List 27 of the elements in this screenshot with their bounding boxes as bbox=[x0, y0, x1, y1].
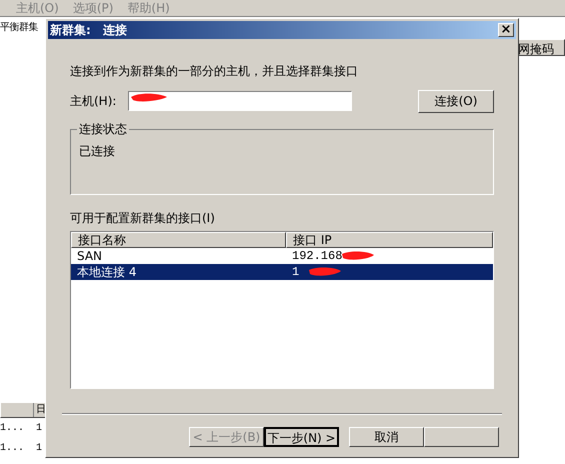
interface-name: 本地连接 4 bbox=[76, 264, 138, 281]
list-cell-text: 1... bbox=[0, 442, 26, 456]
host-input-field[interactable] bbox=[128, 91, 352, 111]
interface-name: SAN bbox=[76, 248, 104, 265]
group-title: 连接状态 bbox=[77, 121, 129, 137]
column-header[interactable]: 接口 IP bbox=[286, 232, 493, 248]
status-text: 已连接 bbox=[79, 143, 115, 160]
list-cell-text: 1... bbox=[0, 422, 26, 436]
window-title: 新群集: 连接 bbox=[50, 22, 127, 39]
interface-ip: 1 bbox=[291, 264, 300, 281]
wizard-button[interactable]: 下一步(N) > bbox=[264, 427, 339, 447]
blank-button[interactable] bbox=[424, 427, 499, 447]
interfaces-label: 可用于配置新群集的接口(I) bbox=[70, 210, 216, 227]
instruction-text: 连接到作为新群集的一部分的主机，并且选择群集接口 bbox=[70, 63, 359, 80]
column-header[interactable]: 日 bbox=[34, 403, 46, 417]
wizard-button[interactable]: 取消 bbox=[349, 427, 424, 447]
connect-button[interactable]: 连接(O) bbox=[418, 90, 494, 112]
close-button[interactable]: × bbox=[498, 23, 514, 37]
host-label: 主机(H): bbox=[70, 93, 118, 110]
column-header[interactable]: 接口名称 bbox=[71, 232, 286, 248]
interface-row[interactable]: 本地连接 4 1 bbox=[71, 264, 493, 280]
interface-ip: 192.168 bbox=[291, 248, 344, 265]
list-cell-text: 1 bbox=[36, 422, 42, 436]
tree-item[interactable]: 平衡群集 bbox=[0, 20, 45, 35]
column-header[interactable]: 网掩码 bbox=[517, 39, 565, 56]
interface-row[interactable]: SAN 192.168 bbox=[71, 248, 493, 264]
list-cell-text: 1 bbox=[36, 442, 42, 456]
